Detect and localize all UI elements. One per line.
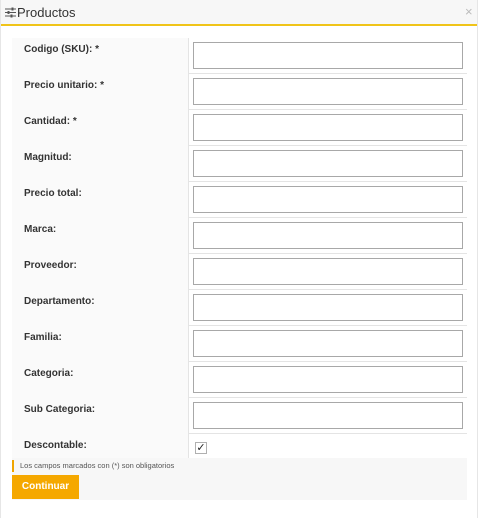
check-icon: ✓ [196,442,206,454]
label-cell: Categoria: [12,362,189,398]
departamento-label: Departamento: [24,296,95,307]
precio-unitario-label: Precio unitario: * [24,80,105,91]
cantidad-label: Cantidad: * [24,116,77,127]
sliders-icon [5,7,16,18]
form-row-precio-unitario: Precio unitario: * [12,74,467,110]
categoria-label: Categoria: [24,368,74,379]
marca-label: Marca: [24,224,57,235]
form-row-departamento: Departamento: [12,290,467,326]
magnitud-label: Magnitud: [24,152,72,163]
form-footer: Los campos marcados con (*) son obligato… [12,458,467,500]
productos-dialog: Productos × Codigo (SKU): * Precio unita… [0,0,478,518]
familia-label: Familia: [24,332,62,343]
familia-input[interactable] [193,330,463,357]
form-row-familia: Familia: [12,326,467,362]
cantidad-input[interactable] [193,114,463,141]
precio-total-label: Precio total: [24,188,82,199]
sub-categoria-label: Sub Categoria: [24,404,96,415]
label-cell: Codigo (SKU): * [12,38,189,74]
descontable-checkbox[interactable]: ✓ [195,442,207,454]
label-cell: Magnitud: [12,146,189,182]
label-cell: Departamento: [12,290,189,326]
sku-label: Codigo (SKU): * [24,44,99,55]
form-row-marca: Marca: [12,218,467,254]
form-row-precio-total: Precio total: [12,182,467,218]
label-cell: Familia: [12,326,189,362]
descontable-label: Descontable: [24,440,87,451]
dialog-titlebar: Productos × [1,0,477,26]
continue-button[interactable]: Continuar [12,475,79,499]
label-cell: Proveedor: [12,254,189,290]
label-cell: Precio total: [12,182,189,218]
label-cell: Sub Categoria: [12,398,189,434]
label-cell: Precio unitario: * [12,74,189,110]
sku-input[interactable] [193,42,463,69]
categoria-input[interactable] [193,366,463,393]
proveedor-label: Proveedor: [24,260,77,271]
required-note: Los campos marcados con (*) son obligato… [12,460,174,472]
sub-categoria-input[interactable] [193,402,463,429]
product-form: Codigo (SKU): * Precio unitario: * Canti… [12,38,467,462]
label-cell: Marca: [12,218,189,254]
form-row-magnitud: Magnitud: [12,146,467,182]
close-icon[interactable]: × [465,4,473,19]
form-row-sku: Codigo (SKU): * [12,38,467,74]
form-row-cantidad: Cantidad: * [12,110,467,146]
form-row-sub-categoria: Sub Categoria: [12,398,467,434]
form-row-categoria: Categoria: [12,362,467,398]
form-row-proveedor: Proveedor: [12,254,467,290]
precio-total-input[interactable] [193,186,463,213]
dialog-title: Productos [17,5,76,20]
label-cell: Cantidad: * [12,110,189,146]
marca-input[interactable] [193,222,463,249]
proveedor-input[interactable] [193,258,463,285]
precio-unitario-input[interactable] [193,78,463,105]
departamento-input[interactable] [193,294,463,321]
magnitud-input[interactable] [193,150,463,177]
